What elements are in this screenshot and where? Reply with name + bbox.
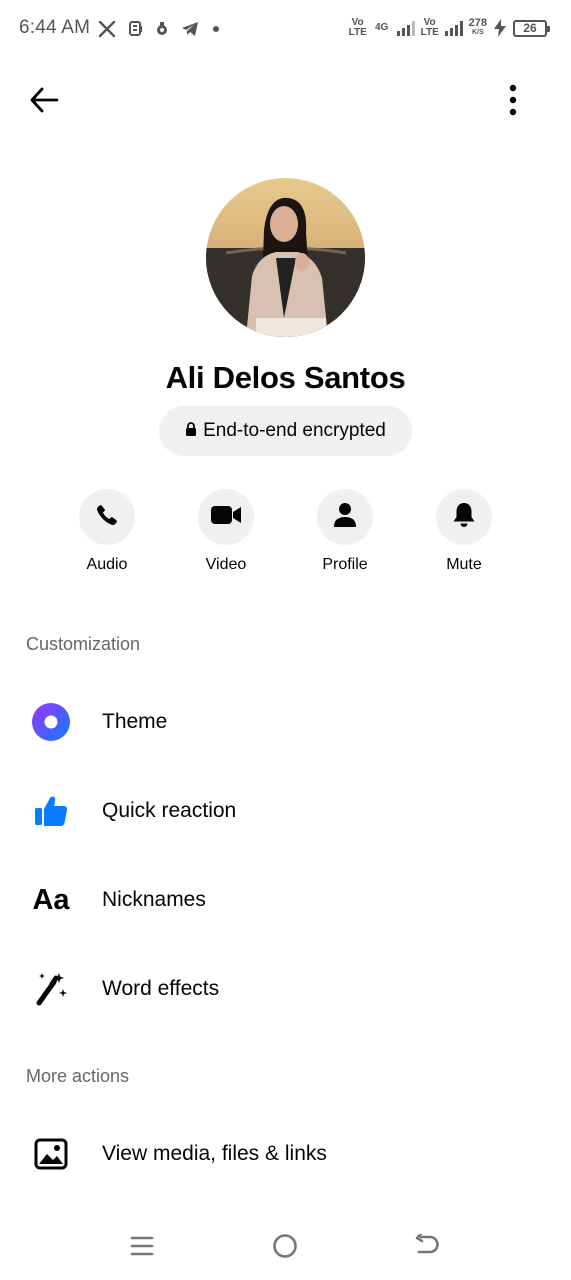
network-type: 4G [374, 22, 389, 33]
thumbs-up-icon [30, 790, 72, 832]
dot-icon [212, 25, 220, 33]
nicknames-row[interactable]: Aa Nicknames [0, 865, 571, 935]
x-icon [98, 20, 116, 38]
telegram-icon [181, 21, 199, 37]
audio-button-circle [79, 489, 135, 545]
more-options-button[interactable] [495, 82, 531, 122]
view-media-row[interactable]: View media, files & links [0, 1119, 571, 1189]
status-bar: 6:44 AM Vo LTE 4G Vo LTE 278 K/S 26 [0, 0, 571, 58]
action-label-profile: Profile [322, 556, 368, 573]
word-effects-label: Word effects [102, 977, 220, 1000]
message-app-icon [129, 21, 143, 37]
phone-icon [95, 503, 119, 532]
volte-indicator-2: Vo LTE [420, 17, 439, 38]
nicknames-label: Nicknames [102, 888, 206, 911]
action-label-audio: Audio [86, 556, 128, 573]
home-button[interactable] [261, 1224, 309, 1272]
kebab-menu-icon [509, 84, 517, 121]
signal-icon [396, 20, 415, 36]
mute-button[interactable]: Mute [409, 489, 519, 574]
charging-icon [493, 19, 507, 37]
avatar[interactable] [206, 178, 365, 337]
signal-icon-2 [444, 20, 463, 36]
video-camera-icon [210, 504, 242, 531]
home-circle-icon [272, 1233, 298, 1264]
volte-indicator: Vo LTE [348, 17, 367, 38]
recent-apps-button[interactable] [118, 1224, 166, 1272]
lock-icon [185, 421, 197, 441]
system-navigation-bar [0, 1216, 571, 1280]
arrow-left-icon [29, 87, 59, 118]
theme-label: Theme [102, 710, 168, 733]
magic-wand-icon [30, 968, 72, 1010]
nickname-aa-icon: Aa [32, 883, 70, 916]
notification-icon [156, 22, 168, 36]
menu-lines-icon [130, 1235, 154, 1262]
bell-icon [452, 502, 476, 533]
status-time: 6:44 AM [19, 17, 91, 38]
mute-button-circle [436, 489, 492, 545]
profile-button-circle [317, 489, 373, 545]
avatar-photo [206, 178, 365, 337]
section-title-customization: Customization [26, 634, 141, 654]
theme-row[interactable]: Theme [0, 687, 571, 757]
action-label-mute: Mute [446, 556, 482, 573]
section-title-more-actions: More actions [26, 1066, 130, 1086]
quick-reaction-label: Quick reaction [102, 799, 237, 822]
action-label-video: Video [205, 556, 247, 573]
status-notification-icons [98, 18, 220, 40]
video-call-button[interactable]: Video [171, 489, 281, 574]
back-arrow-icon [415, 1232, 441, 1263]
status-indicators: Vo LTE 4G Vo LTE 278 K/S 26 [348, 16, 550, 40]
profile-name: Ali Delos Santos [165, 360, 406, 395]
quick-reaction-row[interactable]: Quick reaction [0, 776, 571, 846]
system-back-button[interactable] [404, 1224, 452, 1272]
back-button[interactable] [26, 84, 62, 120]
battery-indicator: 26 [513, 19, 550, 37]
encryption-badge[interactable]: End-to-end encrypted [159, 406, 412, 456]
theme-icon [30, 701, 72, 743]
net-speed: 278 K/S [469, 18, 487, 38]
profile-button[interactable]: Profile [290, 489, 400, 574]
encryption-label: End-to-end encrypted [203, 420, 386, 441]
image-icon [30, 1133, 72, 1175]
video-button-circle [198, 489, 254, 545]
word-effects-row[interactable]: Word effects [0, 954, 571, 1024]
net-speed-unit: K/S [471, 29, 484, 36]
audio-call-button[interactable]: Audio [52, 489, 162, 574]
person-icon [334, 502, 356, 533]
view-media-label: View media, files & links [102, 1142, 327, 1165]
